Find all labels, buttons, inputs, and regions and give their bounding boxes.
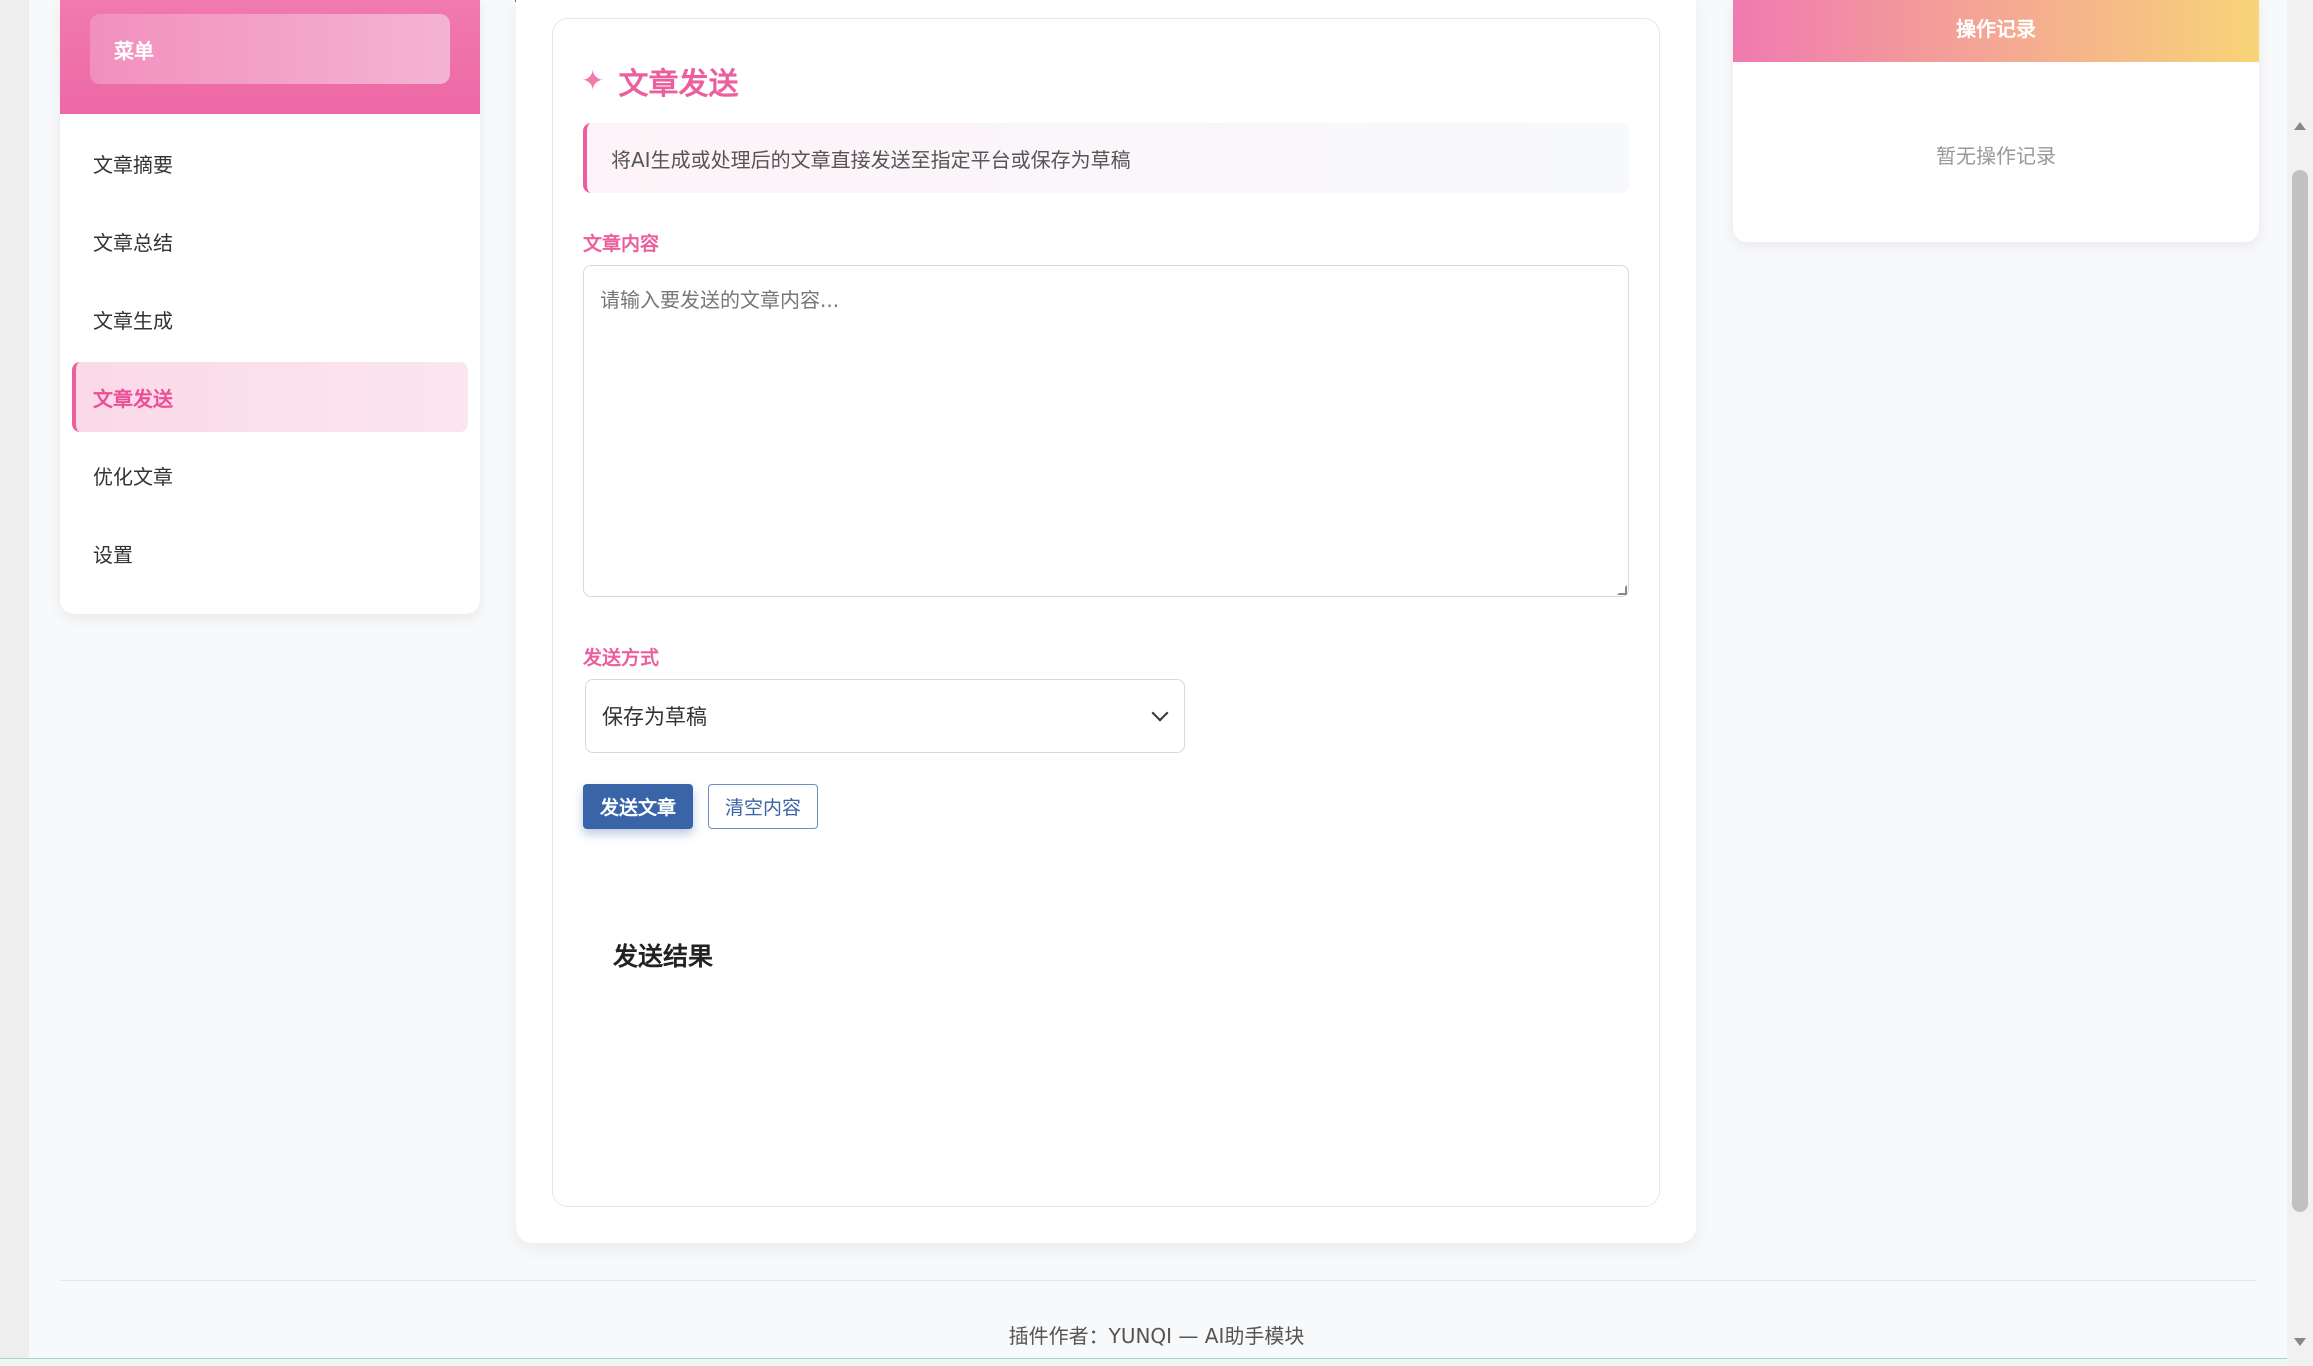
send-method-select[interactable]: 保存为草稿 (585, 679, 1185, 753)
footer-divider (60, 1280, 2256, 1281)
page: 菜单 文章摘要 文章总结 文章生成 文章发送 优化文章 设置 ✦ 文章发送 将A… (0, 0, 2313, 1366)
sidebar-menu: 文章摘要 文章总结 文章生成 文章发送 优化文章 设置 (60, 114, 480, 588)
operation-log-title: 操作记录 (1733, 0, 2259, 62)
section-header: ✦ 文章发送 (581, 59, 738, 103)
operation-log-panel: 操作记录 暂无操作记录 (1733, 0, 2259, 242)
bottom-bar (0, 1358, 2313, 1366)
sidebar-item-conclusion[interactable]: 文章总结 (72, 206, 468, 276)
menu-title: 菜单 (90, 14, 450, 84)
sidebar-item-settings[interactable]: 设置 (72, 518, 468, 588)
scroll-down-icon[interactable] (2294, 1338, 2306, 1346)
send-method-label: 发送方式 (583, 647, 660, 669)
left-edge (0, 0, 29, 1366)
article-content-input[interactable] (583, 265, 1629, 597)
clear-content-button[interactable]: 清空内容 (708, 784, 818, 829)
content-label: 文章内容 (583, 233, 660, 255)
send-article-button[interactable]: 发送文章 (583, 784, 693, 829)
send-card: ✦ 文章发送 将AI生成或处理后的文章直接发送至指定平台或保存为草稿 文章内容 … (552, 18, 1660, 1207)
result-title: 发送结果 (613, 942, 714, 971)
sparkle-icon: ✦ (581, 64, 605, 97)
send-method-value: 保存为草稿 (602, 705, 707, 729)
sidebar-item-summary[interactable]: 文章摘要 (72, 128, 468, 198)
sidebar-item-generate[interactable]: 文章生成 (72, 284, 468, 354)
info-notice: 将AI生成或处理后的文章直接发送至指定平台或保存为草稿 (583, 123, 1629, 193)
sidebar-header: 菜单 (60, 0, 480, 114)
empty-log-text: 暂无操作记录 (1936, 144, 2056, 168)
sidebar-item-send[interactable]: 文章发送 (72, 362, 468, 432)
page-title: 文章发送 (618, 67, 739, 102)
scrollbar-thumb[interactable] (2292, 170, 2308, 1212)
scroll-up-icon[interactable] (2294, 122, 2306, 130)
footer-credit: 插件作者：YUNQI — AI助手模块 (1008, 1324, 1305, 1348)
main-panel: ✦ 文章发送 将AI生成或处理后的文章直接发送至指定平台或保存为草稿 文章内容 … (516, 0, 1696, 1243)
sidebar: 菜单 文章摘要 文章总结 文章生成 文章发送 优化文章 设置 (60, 0, 480, 614)
sidebar-item-optimize[interactable]: 优化文章 (72, 440, 468, 510)
chevron-down-icon (1151, 704, 1169, 722)
